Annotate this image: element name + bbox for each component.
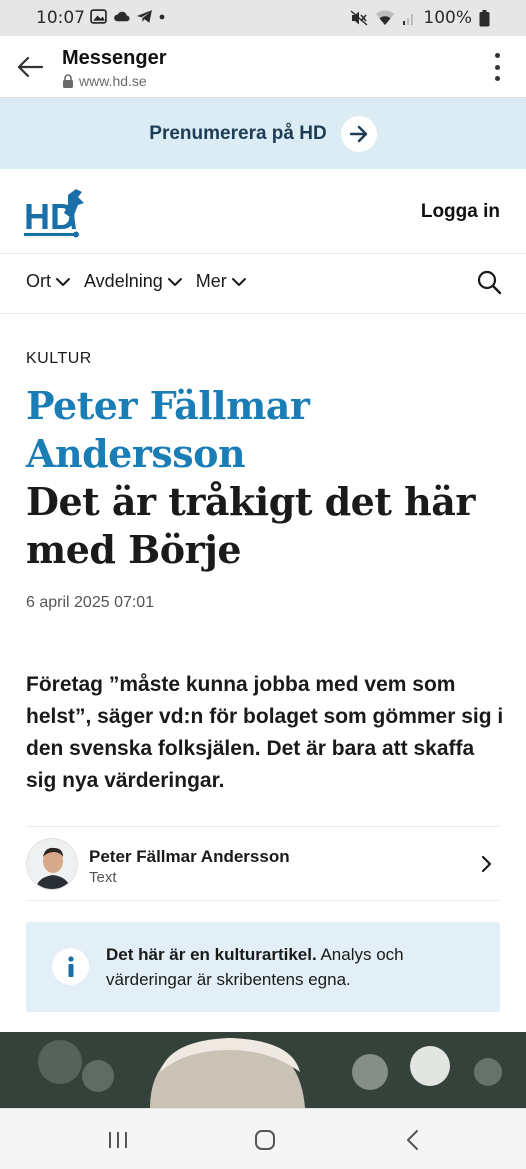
nav-item-avdelning[interactable]: Avdelning bbox=[84, 271, 183, 292]
article-lead: Företag ”måste kunna jobba med vem som h… bbox=[26, 673, 504, 792]
hd-logo[interactable]: HD bbox=[24, 185, 86, 239]
wifi-icon bbox=[376, 10, 395, 25]
status-time: 10:07 bbox=[36, 8, 85, 28]
nav-items: Ort Avdelning Mer bbox=[26, 271, 247, 292]
dot-icon bbox=[159, 14, 165, 19]
main-nav: Ort Avdelning Mer bbox=[0, 254, 526, 314]
subscribe-label: Prenumerera på HD bbox=[149, 122, 327, 144]
browser-url-text: www.hd.se bbox=[79, 73, 147, 89]
back-nav-button[interactable] bbox=[398, 1125, 428, 1155]
cloud-icon bbox=[114, 11, 130, 22]
battery-percent: 100% bbox=[423, 8, 472, 28]
byline-role: Text bbox=[89, 869, 117, 886]
browser-title: Messenger bbox=[62, 47, 167, 69]
status-notification-icons bbox=[90, 9, 165, 24]
back-button[interactable] bbox=[14, 51, 46, 83]
subscribe-banner[interactable]: Prenumerera på HD bbox=[0, 98, 526, 169]
nav-item-label: Avdelning bbox=[84, 271, 163, 291]
chevron-down-icon bbox=[167, 277, 182, 286]
battery-icon bbox=[479, 9, 490, 26]
hero-image bbox=[0, 1032, 526, 1108]
status-bar: 10:07 100% bbox=[0, 0, 526, 36]
chevron-down-icon bbox=[56, 277, 70, 286]
status-system-icons: 100% bbox=[350, 8, 490, 28]
site-header: HD Logga in bbox=[0, 169, 526, 254]
telegram-icon bbox=[137, 10, 152, 23]
home-button[interactable] bbox=[250, 1125, 280, 1155]
byline-name: Peter Fällmar Andersson bbox=[89, 847, 290, 866]
mute-icon bbox=[350, 10, 368, 26]
chevron-down-icon bbox=[231, 277, 246, 286]
info-icon bbox=[52, 948, 89, 985]
search-icon[interactable] bbox=[476, 269, 502, 295]
browser-header: Messenger www.hd.se bbox=[0, 36, 526, 98]
nav-item-label: Mer bbox=[195, 271, 227, 291]
back-chevron-icon bbox=[407, 1130, 418, 1150]
section-label[interactable]: KULTUR bbox=[26, 350, 92, 368]
signal-icon bbox=[403, 13, 414, 25]
android-nav-bar bbox=[0, 1108, 526, 1169]
chevron-right-icon bbox=[481, 855, 492, 873]
recent-apps-icon bbox=[109, 1132, 127, 1148]
arrow-left-icon bbox=[17, 56, 44, 78]
notice-bold: Det här är en kulturartikel. bbox=[106, 945, 317, 964]
arrow-right-icon bbox=[349, 125, 367, 142]
avatar bbox=[26, 838, 78, 890]
headline-author: Peter Fällmar Andersson bbox=[26, 383, 310, 476]
notice-text: Det här är en kulturartikel. Analys och … bbox=[106, 942, 486, 992]
home-icon bbox=[255, 1130, 275, 1150]
more-vertical-icon bbox=[494, 53, 500, 58]
hero-photo bbox=[0, 1032, 526, 1108]
browser-url: www.hd.se bbox=[62, 73, 147, 89]
headline-title: Det är tråkigt det här med Börje bbox=[26, 479, 475, 572]
subscribe-arrow-button[interactable] bbox=[340, 115, 377, 152]
culture-article-notice: Det här är en kulturartikel. Analys och … bbox=[26, 922, 500, 1012]
recent-apps-button[interactable] bbox=[103, 1125, 133, 1155]
author-byline[interactable]: Peter Fällmar Andersson Text bbox=[26, 826, 500, 901]
author-photo bbox=[27, 839, 77, 889]
publish-date: 6 april 2025 07:01 bbox=[26, 594, 155, 611]
article-headline: Peter Fällmar Andersson Det är tråkigt d… bbox=[26, 382, 506, 574]
gallery-icon bbox=[90, 9, 107, 24]
login-link[interactable]: Logga in bbox=[421, 201, 500, 223]
lock-icon bbox=[63, 74, 73, 88]
nav-item-mer[interactable]: Mer bbox=[196, 271, 247, 292]
more-options-button[interactable] bbox=[490, 53, 504, 81]
nav-item-ort[interactable]: Ort bbox=[26, 271, 71, 292]
nav-item-label: Ort bbox=[26, 271, 51, 291]
